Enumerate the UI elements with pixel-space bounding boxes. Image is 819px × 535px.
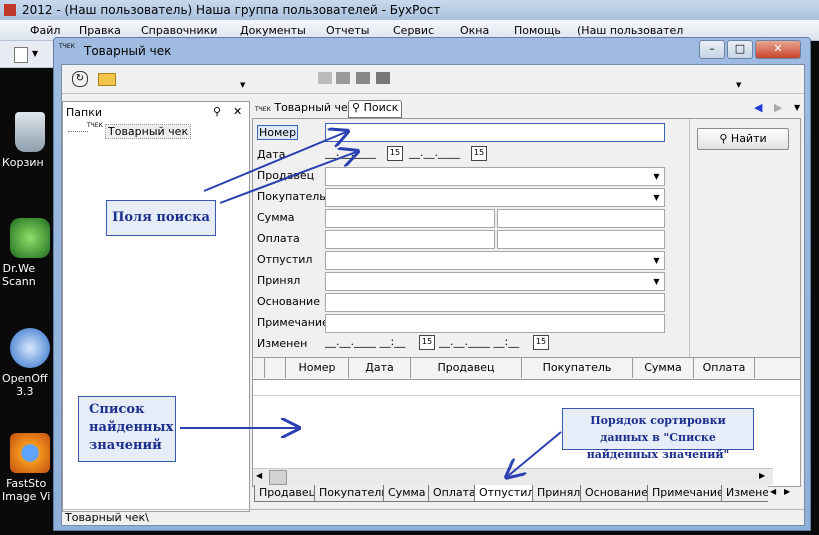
- arrow-to-sort-tabs: [508, 431, 562, 476]
- arrow-to-date: [219, 152, 356, 204]
- annotation-arrows: [180, 0, 562, 535]
